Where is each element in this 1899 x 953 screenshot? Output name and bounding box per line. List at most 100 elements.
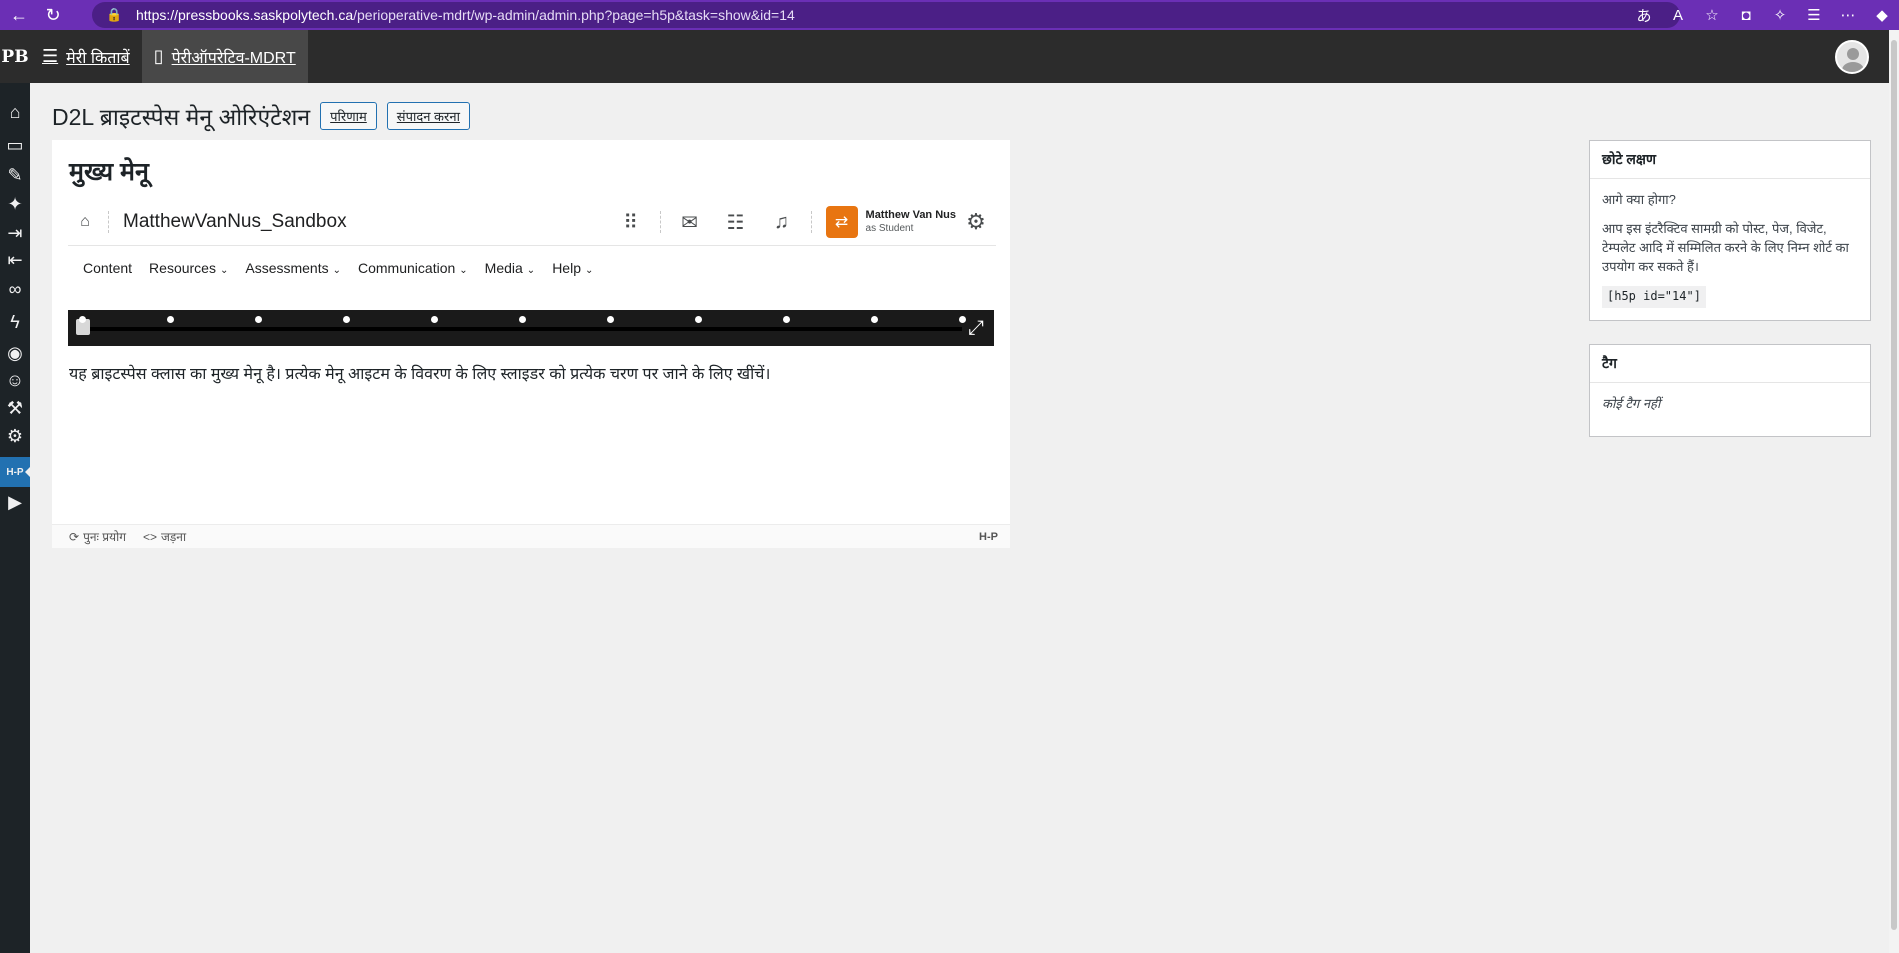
d2l-menu-label: Assessments: [245, 260, 329, 276]
results-button[interactable]: परिणाम: [320, 102, 377, 130]
d2l-user-role: as Student: [865, 222, 914, 234]
embed-label: जड़ना: [160, 530, 187, 544]
shield-extension-icon[interactable]: ◘: [1729, 7, 1763, 24]
d2l-menu-label: Resources: [149, 260, 216, 276]
no-tags-text: कोई टैग नहीं: [1602, 396, 1661, 411]
shortcode-text: आप इस इंटरैक्टिव सामग्री को पोस्ट, पेज, …: [1602, 220, 1849, 274]
edit-button[interactable]: संपादन करना: [386, 102, 470, 130]
slider-step-dot[interactable]: [431, 316, 438, 323]
embed-button[interactable]: <> जड़ना: [143, 528, 186, 545]
h5p-logo[interactable]: H-P: [979, 531, 998, 543]
open-book-icon: ▯: [153, 46, 164, 66]
gear-icon: ⚙: [966, 209, 986, 234]
mail-icon: ✉: [681, 211, 698, 234]
back-arrow-icon[interactable]: ←: [4, 2, 34, 28]
d2l-user-name: Matthew Van Nus: [865, 209, 956, 222]
translate-icon[interactable]: あ: [1627, 5, 1661, 26]
d2l-menu-item: Resources ⌄: [149, 260, 228, 276]
chevron-down-icon: ⌄: [332, 265, 341, 276]
extensions-puzzle-icon[interactable]: ✧: [1763, 6, 1797, 24]
divider: [108, 210, 109, 233]
edit-pencil-icon[interactable]: ✎: [0, 160, 30, 190]
page-title: D2L ब्राइटस्पेस मेनू ओरिएंटेशन: [52, 104, 311, 130]
shortcode-title: छोटे लक्षण: [1590, 141, 1870, 179]
settings-gear-icon[interactable]: ⚙: [0, 421, 30, 451]
scrollbar-thumb[interactable]: [1891, 40, 1897, 930]
divider: [810, 211, 812, 233]
chevron-down-icon: ⌄: [584, 265, 594, 276]
wrench-icon[interactable]: ⚒: [0, 393, 30, 423]
slider-step-dot[interactable]: [167, 316, 174, 323]
url-text: https://pressbooks.saskpolytech.ca/perio…: [136, 7, 795, 23]
page-scrollbar[interactable]: [1889, 30, 1899, 953]
d2l-menu: Content Resources ⌄ Assessments ⌄ Communicati…: [68, 250, 595, 286]
role-switch-icon: ⇄: [825, 206, 858, 238]
slider-step-dot[interactable]: [519, 316, 526, 323]
address-bar[interactable]: 🔒 https://pressbooks.saskpolytech.ca/per…: [92, 2, 1680, 28]
admin-sidebar: ⌂ ▭ ✎ ✦ ⇥ ⇤ ∞ ϟ ◉ ☺ ⚒ ⚙ H-P ▶: [0, 83, 31, 953]
chevron-down-icon: ⌄: [219, 265, 229, 276]
refresh-icon: ⟳: [69, 529, 80, 544]
my-books-link[interactable]: ☰ मेरी किताबें: [30, 30, 142, 83]
slider-step-dot[interactable]: [607, 316, 614, 323]
shortcode-code[interactable]: [h5p id="14"]: [1602, 286, 1706, 308]
tags-widget: टैग कोई टैग नहीं: [1589, 344, 1871, 437]
d2l-menu-label: Content: [83, 260, 133, 276]
h5p-content-card: मुख्य मेनू ⌂ MatthewVanNus_Sandbox ⠿ ✉ ☷…: [52, 140, 1010, 548]
divider: [659, 211, 661, 233]
read-aloud-icon[interactable]: A: [1661, 7, 1695, 24]
books-stack-icon: ☰: [42, 46, 59, 66]
h5p-icon[interactable]: H-P: [0, 457, 31, 487]
slider-step-dot[interactable]: [783, 316, 790, 323]
course-name: MatthewVanNus_Sandbox: [123, 210, 347, 232]
users-icon[interactable]: ☺: [0, 365, 30, 395]
shortcode-question: आगे क्या होगा?: [1602, 192, 1676, 207]
d2l-menu-item: Help ⌄: [552, 260, 593, 276]
user-avatar[interactable]: [1835, 40, 1869, 74]
chat-icon: ☷: [726, 211, 745, 234]
slider-step-dot[interactable]: [871, 316, 878, 323]
reuse-button[interactable]: ⟳ पुनः प्रयोग: [69, 528, 126, 545]
fullscreen-icon[interactable]: ⤢: [964, 316, 988, 340]
slider-track[interactable]: [82, 327, 962, 331]
tags-title: टैग: [1590, 345, 1870, 383]
admin-bar: PB ☰ मेरी किताबें ▯ पेरीऑपरेटिव-MDRT: [0, 30, 1889, 83]
favorite-star-icon[interactable]: ☆: [1695, 6, 1729, 24]
d2l-menu-item: Content: [83, 260, 132, 276]
d2l-navbar: ⌂ MatthewVanNus_Sandbox ⠿ ✉ ☷ ♫ ⇄ Matthe…: [68, 198, 996, 246]
link-icon[interactable]: ∞: [0, 274, 30, 304]
slider-step-dot[interactable]: [79, 316, 86, 323]
page-heading: D2L ब्राइटस्पेस मेनू ओरिएंटेशन परिणाम सं…: [52, 100, 480, 132]
slider-step-dot[interactable]: [343, 316, 350, 323]
slider-step-dot[interactable]: [695, 316, 702, 323]
d2l-menu-label: Help: [552, 260, 581, 276]
import-icon[interactable]: ⇤: [0, 245, 30, 275]
copilot-icon[interactable]: ◆: [1865, 6, 1899, 24]
home-icon: ⌂: [80, 212, 90, 230]
book-icon[interactable]: ▭: [0, 130, 30, 160]
slider-step-dot[interactable]: [255, 316, 262, 323]
camera-icon[interactable]: ◉: [0, 338, 30, 368]
d2l-menu-item: Communication ⌄: [358, 260, 468, 276]
content-description: यह ब्राइटस्पेस क्लास का मुख्य मेनू है। प…: [69, 366, 771, 383]
reload-icon[interactable]: ↻: [38, 2, 68, 28]
d2l-menu-item: Assessments ⌄: [245, 260, 341, 276]
pressbooks-logo[interactable]: PB: [0, 30, 30, 83]
bell-icon: ♫: [774, 210, 790, 233]
reuse-label: पुनः प्रयोग: [83, 530, 126, 544]
more-menu-icon[interactable]: ⋯: [1831, 6, 1865, 24]
shortcode-widget: छोटे लक्षण आगे क्या होगा? आप इस इंटरैक्ट…: [1589, 140, 1871, 321]
lightning-icon[interactable]: ϟ: [0, 307, 30, 337]
chevron-down-icon: ⌄: [459, 265, 468, 276]
current-book-link[interactable]: ▯ पेरीऑपरेटिव-MDRT: [141, 30, 308, 83]
slider-step-dot[interactable]: [959, 316, 966, 323]
dashboard-home-icon[interactable]: ⌂: [0, 97, 30, 127]
sparkle-icon[interactable]: ✦: [0, 189, 30, 219]
favorites-list-icon[interactable]: ☰: [1797, 6, 1831, 24]
h5p-footer: ⟳ पुनः प्रयोग <> जड़ना H-P: [52, 524, 1010, 548]
d2l-menu-item: Media ⌄: [485, 260, 536, 276]
d2l-menu-label: Communication: [358, 260, 456, 276]
play-circle-icon[interactable]: ▶: [0, 487, 30, 517]
export-icon[interactable]: ⇥: [0, 218, 30, 248]
code-icon: <>: [142, 529, 157, 544]
